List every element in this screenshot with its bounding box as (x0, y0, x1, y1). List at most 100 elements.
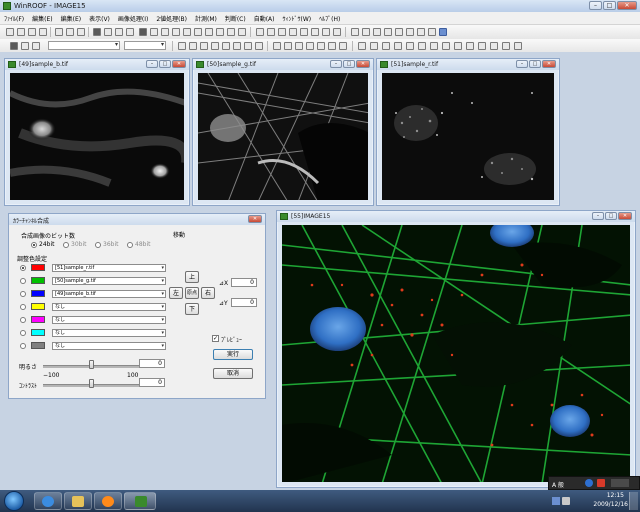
menu-judge[interactable]: 判断(C) (221, 14, 250, 23)
bit-48-radio[interactable] (127, 242, 133, 248)
image-window-sample-r[interactable]: [51]sample_r.tif – □ ✕ (376, 58, 560, 206)
grid-icon[interactable] (126, 28, 134, 36)
tool-g-icon[interactable] (339, 42, 347, 50)
maximize-button[interactable]: □ (159, 60, 171, 68)
minimize-button[interactable]: – (516, 60, 528, 68)
move-down-button[interactable]: 下 (185, 303, 199, 315)
delta-x-input[interactable]: 0 (231, 278, 257, 287)
x-tool-1-icon[interactable] (358, 42, 366, 50)
close-button[interactable]: ✕ (356, 60, 370, 68)
x-tool-5-icon[interactable] (406, 42, 414, 50)
channel-7-radio[interactable] (20, 343, 26, 349)
brightness-slider[interactable] (89, 360, 94, 369)
channel-7-source-select[interactable]: なし ▾ (52, 342, 166, 350)
display-icon[interactable] (139, 28, 147, 36)
perimeter-icon[interactable] (233, 42, 241, 50)
delta-y-input[interactable]: 0 (231, 298, 257, 307)
bit-30-radio[interactable] (63, 242, 69, 248)
dialog-title-bar[interactable]: ｶﾗｰﾁｬﾝﾈﾙ合成 ✕ (9, 214, 265, 225)
x-tool-12-icon[interactable] (490, 42, 498, 50)
brush-icon[interactable] (384, 28, 392, 36)
maximize-button[interactable]: □ (529, 60, 541, 68)
window-title-bar[interactable]: [49]sample_b.tif – □ ✕ (5, 59, 189, 70)
stats-icon[interactable] (194, 28, 202, 36)
tool-c-icon[interactable] (295, 42, 303, 50)
volume-icon[interactable] (562, 497, 570, 505)
tool-e-icon[interactable] (317, 42, 325, 50)
mode-icon[interactable] (10, 42, 18, 50)
maximize-button[interactable]: □ (603, 1, 616, 10)
menu-help[interactable]: ﾍﾙﾌﾟ(H) (315, 14, 344, 23)
close-button[interactable]: ✕ (172, 60, 186, 68)
bit-24-radio[interactable] (31, 242, 37, 248)
tool-d-icon[interactable] (306, 42, 314, 50)
settings-icon[interactable] (439, 28, 447, 36)
layer-icon[interactable] (216, 28, 224, 36)
close-button[interactable]: ✕ (542, 60, 556, 68)
layer-select[interactable] (48, 41, 120, 50)
palette-icon[interactable] (32, 42, 40, 50)
menu-edit-2[interactable]: 編集(E) (57, 14, 85, 23)
microscopy-image-green-channel[interactable] (198, 73, 368, 200)
menu-auto[interactable]: 自動(A) (250, 14, 279, 23)
channel-1-color-swatch[interactable] (31, 264, 45, 271)
taskbar-media-player[interactable] (94, 492, 122, 510)
print-icon[interactable] (39, 28, 47, 36)
measure-icon[interactable] (183, 28, 191, 36)
hand-icon[interactable] (351, 28, 359, 36)
profile-icon[interactable] (255, 42, 263, 50)
freehand-icon[interactable] (322, 28, 330, 36)
eraser-icon[interactable] (395, 28, 403, 36)
histogram-icon[interactable] (104, 28, 112, 36)
cut-icon[interactable] (77, 28, 85, 36)
contrast-slider[interactable] (89, 379, 94, 388)
channel-3-radio[interactable] (20, 291, 26, 297)
x-tool-7-icon[interactable] (430, 42, 438, 50)
menu-file[interactable]: ﾌｧｲﾙ(F) (0, 14, 28, 23)
copy-icon[interactable] (55, 28, 63, 36)
window-title-bar[interactable]: [51]sample_r.tif – □ ✕ (377, 59, 559, 70)
color-icon[interactable] (205, 28, 213, 36)
show-desktop-button[interactable] (629, 492, 638, 510)
arrow-pointer-icon[interactable] (428, 28, 436, 36)
menu-image-processing[interactable]: 画像処理(I) (114, 14, 152, 23)
count-icon[interactable] (244, 42, 252, 50)
rect-select-icon[interactable] (256, 28, 264, 36)
clock-time[interactable]: 12:15 (607, 492, 624, 499)
network-icon[interactable] (552, 497, 560, 505)
tool-icon[interactable] (238, 28, 246, 36)
channel-7-color-swatch[interactable] (31, 342, 45, 349)
image-window-composite[interactable]: [55]IMAGE15 – □ ✕ (276, 210, 636, 488)
move-origin-button[interactable]: 原点 (185, 287, 199, 299)
x-tool-13-icon[interactable] (502, 42, 510, 50)
ime-language-bar[interactable]: A 般 (548, 476, 640, 490)
hline-icon[interactable] (178, 42, 186, 50)
move-up-button[interactable]: 上 (185, 271, 199, 283)
minimize-button[interactable]: – (146, 60, 158, 68)
microscopy-image-blue-channel[interactable] (10, 73, 184, 200)
channel-5-radio[interactable] (20, 317, 26, 323)
chart-icon[interactable] (227, 28, 235, 36)
paste-icon[interactable] (66, 28, 74, 36)
channel-4-source-select[interactable]: なし ▾ (52, 303, 166, 311)
channel-1-radio[interactable] (20, 265, 26, 271)
distance-icon[interactable] (211, 42, 219, 50)
circle-icon[interactable] (300, 28, 308, 36)
bit-36-radio[interactable] (95, 242, 101, 248)
channel-2-source-select[interactable]: [50]sample_g.tif ▾ (52, 277, 166, 285)
move-right-button[interactable]: 右 (201, 287, 215, 299)
magnifier-icon[interactable] (362, 28, 370, 36)
close-button[interactable]: ✕ (617, 1, 637, 10)
menu-view[interactable]: 表示(V) (85, 14, 114, 23)
close-button[interactable]: ✕ (248, 215, 262, 223)
x-tool-8-icon[interactable] (442, 42, 450, 50)
close-button[interactable]: ✕ (618, 212, 632, 220)
channel-2-color-swatch[interactable] (31, 277, 45, 284)
cancel-button[interactable]: 取消 (213, 368, 253, 379)
channel-4-radio[interactable] (20, 304, 26, 310)
image-window-sample-b[interactable]: [49]sample_b.tif – □ ✕ (4, 58, 190, 206)
channel-5-color-swatch[interactable] (31, 316, 45, 323)
menu-window[interactable]: ｳｨﾝﾄﾞｳ(W) (279, 14, 316, 23)
channel-6-source-select[interactable]: なし ▾ (52, 329, 166, 337)
line-icon[interactable] (267, 28, 275, 36)
